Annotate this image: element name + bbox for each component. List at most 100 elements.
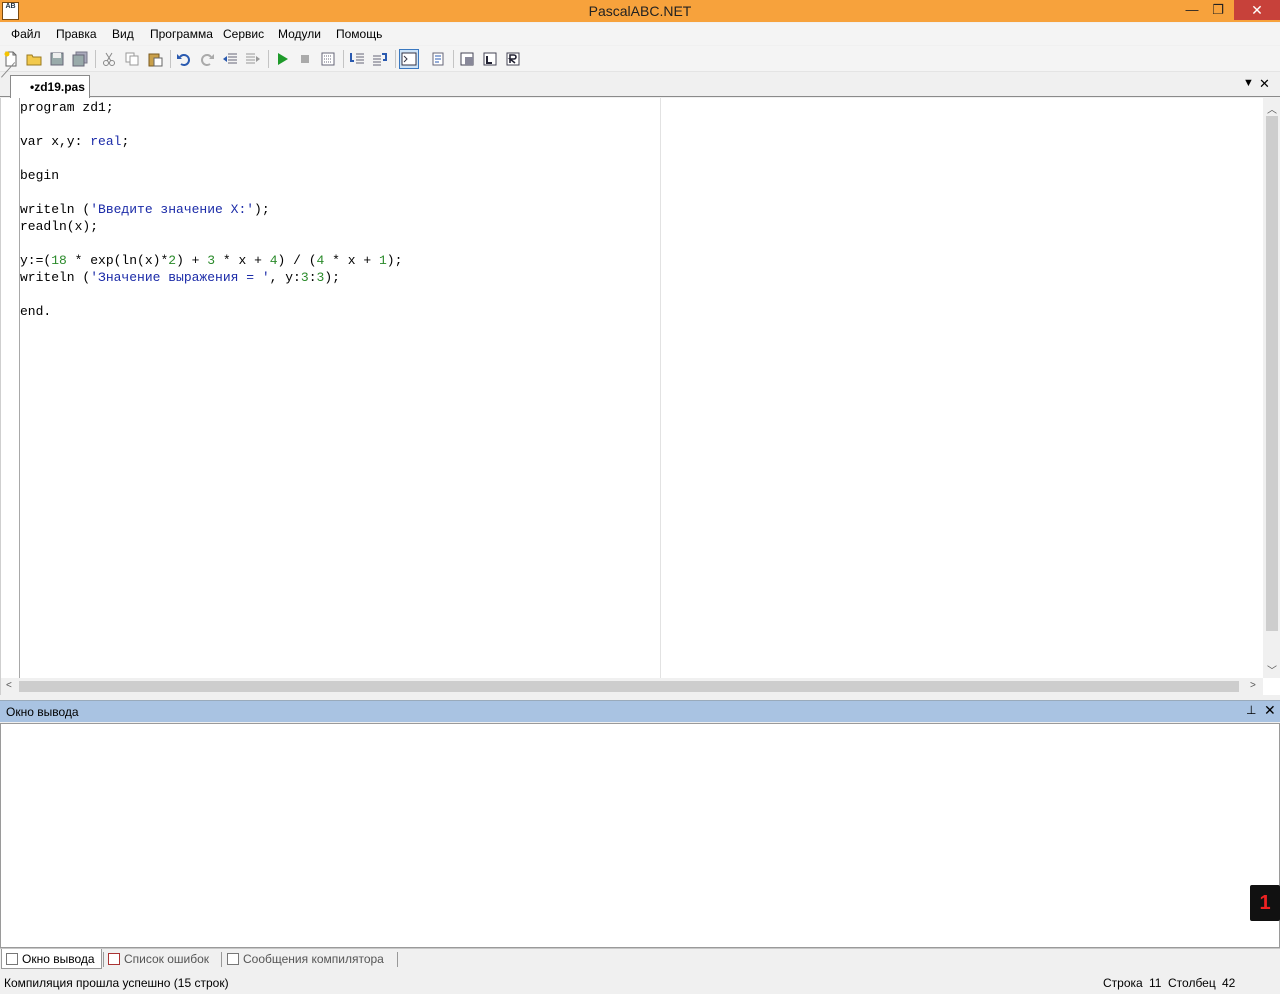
- compiler-messages-icon: [227, 953, 239, 965]
- toolbar-separator: [170, 50, 171, 68]
- code-token: ) +: [176, 253, 208, 268]
- row-label: Строка: [1103, 976, 1143, 990]
- code-token: 3: [207, 253, 216, 268]
- code-line[interactable]: [20, 184, 402, 201]
- code-token: * x +: [324, 253, 379, 268]
- tab-output-window-label: Окно вывода: [22, 952, 95, 966]
- code-editor[interactable]: program zd1; var x,y: real; begin writeln (…: [0, 98, 1280, 695]
- code-text[interactable]: program zd1; var x,y: real; begin writeln (…: [20, 99, 402, 320]
- code-line[interactable]: program zd1;: [20, 99, 402, 116]
- menu-item-edit[interactable]: Правка: [56, 27, 97, 41]
- locals-icon[interactable]: [482, 51, 498, 67]
- code-token: );: [324, 270, 340, 285]
- toolbar-separator: [343, 50, 344, 68]
- code-token: program zd1;: [20, 100, 114, 115]
- console-icon[interactable]: [399, 49, 419, 69]
- scroll-down-icon[interactable]: ﹀: [1267, 662, 1277, 677]
- menu-item-program[interactable]: Программа: [150, 27, 213, 41]
- minimize-button[interactable]: —: [1180, 0, 1204, 20]
- editor-tab-strip: •zd19.pas ▼ ✕: [0, 62, 1280, 98]
- code-line[interactable]: y:=(18 * exp(ln(x)*2) + 3 * x + 4) / (4 …: [20, 252, 402, 269]
- column-label: Столбец: [1168, 976, 1216, 990]
- code-line[interactable]: [20, 286, 402, 303]
- tab-error-list[interactable]: Список ошибок: [104, 949, 220, 969]
- code-token: readln(x);: [20, 219, 99, 234]
- unindent-icon[interactable]: [222, 51, 238, 67]
- code-token: );: [386, 253, 403, 268]
- stop-icon[interactable]: [297, 51, 313, 67]
- open-folder-icon[interactable]: [26, 51, 42, 67]
- tab-output-window[interactable]: Окно вывода: [1, 949, 102, 969]
- code-line[interactable]: writeln ('Введите значение X:');: [20, 201, 402, 218]
- tab-list-dropdown-icon[interactable]: ▼: [1243, 77, 1254, 89]
- close-window-button[interactable]: ✕: [1234, 0, 1280, 20]
- cut-icon[interactable]: [101, 51, 117, 67]
- code-token: 2: [168, 253, 177, 268]
- save-all-icon[interactable]: [72, 51, 88, 67]
- copy-icon[interactable]: [124, 51, 140, 67]
- horizontal-scrollbar[interactable]: < >: [1, 678, 1263, 695]
- output-panel-title: Окно вывода: [6, 705, 79, 719]
- toolbar: [0, 46, 1280, 72]
- indent-icon[interactable]: [245, 51, 261, 67]
- column-value: 42: [1222, 976, 1236, 990]
- output-icon[interactable]: [430, 51, 446, 67]
- redo-icon[interactable]: [199, 51, 215, 67]
- right-margin-guide: [660, 98, 661, 678]
- corner-widget-icon[interactable]: 1: [1250, 885, 1280, 921]
- output-window-icon: [6, 953, 18, 965]
- close-tab-icon[interactable]: ✕: [1259, 76, 1270, 92]
- code-line[interactable]: end.: [20, 303, 402, 320]
- code-line[interactable]: [20, 116, 402, 133]
- close-output-icon[interactable]: ✕: [1264, 702, 1276, 719]
- undo-icon[interactable]: [176, 51, 192, 67]
- status-bar: Компиляция прошла успешно (15 строк) Стр…: [0, 970, 1280, 994]
- code-line[interactable]: writeln ('Значение выражения = ', y:3:3)…: [20, 269, 402, 286]
- row-value: 11: [1149, 976, 1162, 990]
- code-token: 'Введите значение X:': [90, 202, 255, 217]
- menu-item-modules[interactable]: Модули: [278, 27, 321, 41]
- run-icon[interactable]: [274, 51, 290, 67]
- code-token: 1: [378, 253, 387, 268]
- step-over-icon[interactable]: [372, 51, 388, 67]
- status-message: Компиляция прошла успешно (15 строк): [4, 976, 229, 990]
- pin-icon[interactable]: ⊥: [1246, 703, 1256, 717]
- toolbar-separator: [453, 50, 454, 68]
- menu-item-help[interactable]: Помощь: [336, 27, 382, 41]
- step-into-icon[interactable]: [349, 51, 365, 67]
- code-token: 3: [300, 270, 309, 285]
- debug-window-icon[interactable]: [459, 51, 475, 67]
- scroll-left-icon[interactable]: <: [6, 680, 12, 691]
- code-line[interactable]: var x,y: real;: [20, 133, 402, 150]
- tab-zd19-pas[interactable]: •zd19.pas: [10, 75, 90, 98]
- menu-item-service[interactable]: Сервис: [223, 27, 264, 41]
- code-token: , y:: [269, 270, 301, 285]
- menu-item-file[interactable]: Файл: [11, 27, 41, 41]
- menu-bar: Файл Правка Вид Программа Сервис Модули …: [0, 23, 1280, 45]
- menu-item-view[interactable]: Вид: [112, 27, 134, 41]
- save-icon[interactable]: [49, 51, 65, 67]
- watch-icon[interactable]: [505, 51, 521, 67]
- vertical-scroll-thumb[interactable]: [1266, 116, 1278, 631]
- code-token: var x,y:: [20, 134, 91, 149]
- horizontal-scroll-thumb[interactable]: [19, 681, 1239, 692]
- compile-icon[interactable]: [320, 51, 336, 67]
- code-line[interactable]: [20, 150, 402, 167]
- tab-compiler-messages[interactable]: Сообщения компилятора: [223, 949, 395, 969]
- toolbar-separator: [395, 50, 396, 68]
- maximize-button[interactable]: ❐: [1206, 0, 1230, 20]
- scroll-up-icon[interactable]: ︿: [1267, 101, 1277, 116]
- paste-icon[interactable]: [147, 51, 163, 67]
- output-panel-body[interactable]: [0, 723, 1280, 948]
- vertical-scrollbar[interactable]: ︿ ﹀: [1263, 98, 1280, 678]
- code-line[interactable]: [20, 235, 402, 252]
- code-token: real: [90, 134, 122, 149]
- title-bar: AB PascalABC.NET — ❐ ✕: [0, 0, 1280, 22]
- toolbar-separator: [95, 50, 96, 68]
- code-line[interactable]: begin: [20, 167, 402, 184]
- toolbar-separator: [268, 50, 269, 68]
- code-line[interactable]: readln(x);: [20, 218, 402, 235]
- scroll-right-icon[interactable]: >: [1250, 680, 1256, 691]
- code-token: ;: [121, 134, 130, 149]
- output-panel-header: Окно вывода ⊥ ✕: [0, 700, 1280, 722]
